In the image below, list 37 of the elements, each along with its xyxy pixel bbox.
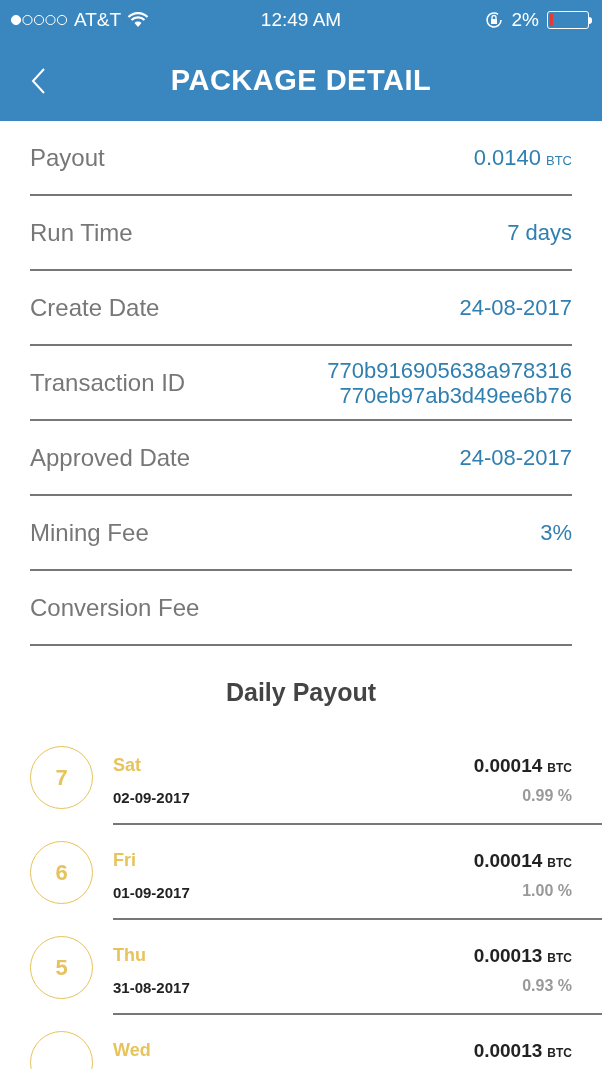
- payout-percent: 0.99 %: [522, 786, 572, 806]
- weekday: Fri: [113, 848, 137, 872]
- clock-time: 12:49 AM: [259, 7, 343, 32]
- detail-label: Transaction ID: [30, 367, 186, 398]
- detail-label: Approved Date: [30, 442, 191, 473]
- detail-label: Mining Fee: [30, 517, 149, 548]
- transaction-id-line: 770eb97ab3d49ee6b76: [339, 382, 572, 408]
- rotation-lock-icon: [483, 10, 504, 30]
- detail-value: 24-08-2017: [459, 444, 572, 472]
- detail-label: Run Time: [30, 217, 133, 248]
- payout-amount: 0.00014 BTC: [473, 753, 572, 778]
- detail-value: 3%: [540, 519, 572, 547]
- battery-icon: [547, 11, 592, 29]
- payout-date: 02-09-2017: [113, 787, 191, 808]
- payout-percent: 0.93 %: [522, 976, 572, 996]
- carrier-name: AT&T: [74, 7, 122, 32]
- weekday: Wed: [113, 1038, 152, 1062]
- detail-label: Payout: [30, 142, 105, 173]
- detail-value: 0.0140 BTC: [473, 144, 572, 172]
- payout-date: 31-08-2017: [113, 977, 191, 998]
- transaction-id-line: 770b916905638a978316: [327, 357, 572, 383]
- weekday: Sat: [113, 753, 142, 777]
- signal-icon: [10, 14, 68, 26]
- section-title: Daily Payout: [224, 677, 378, 708]
- payout-amount: 0.00014 BTC: [473, 848, 572, 873]
- payout-amount: 0.00013 BTC: [473, 1038, 572, 1063]
- payout-amount: 0.00013 BTC: [473, 943, 572, 968]
- battery-percent: 2%: [511, 7, 539, 32]
- detail-value: 24-08-2017: [459, 294, 572, 322]
- detail-label: Conversion Fee: [30, 592, 200, 623]
- payout-date: 01-09-2017: [113, 882, 191, 903]
- wifi-icon: [127, 12, 150, 28]
- detail-label: Create Date: [30, 292, 160, 323]
- payout-percent: 1.00 %: [522, 881, 572, 901]
- page-title: PACKAGE DETAIL: [170, 62, 432, 98]
- detail-value: 7 days: [507, 219, 572, 247]
- weekday: Thu: [113, 943, 147, 967]
